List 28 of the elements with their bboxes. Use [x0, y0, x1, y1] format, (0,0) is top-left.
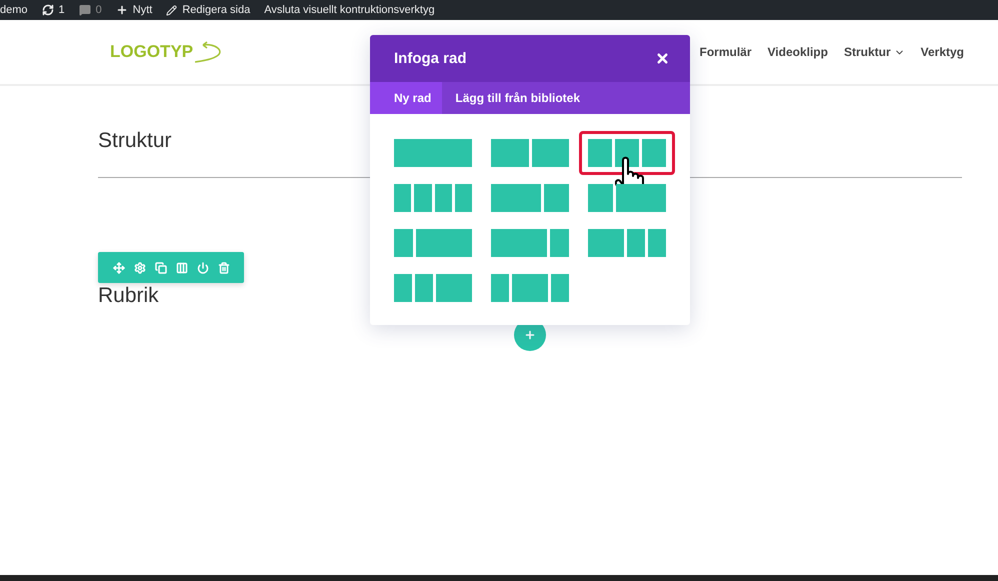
dialog-tab[interactable]: Lägg till från bibliotek [442, 82, 592, 114]
settings-icon[interactable] [134, 262, 146, 274]
dialog-title: Infoga rad [394, 50, 467, 67]
nav-link[interactable]: Verktyg [920, 45, 964, 59]
admin-bar-item[interactable]: Redigera sida [166, 4, 250, 16]
plus-icon [524, 329, 536, 341]
pencil-icon [166, 4, 178, 16]
section-heading: Struktur [98, 129, 173, 153]
admin-bar-item[interactable]: 1 [42, 4, 65, 16]
nav-link[interactable]: Videoklipp [768, 45, 828, 59]
swoosh-icon [195, 41, 224, 63]
nav-link[interactable]: Formulär [699, 45, 752, 59]
comment-icon [78, 4, 91, 16]
admin-bar-item[interactable]: demo [0, 4, 28, 16]
refresh-icon [42, 4, 54, 16]
trash-icon[interactable] [218, 262, 230, 274]
power-icon[interactable] [196, 262, 208, 274]
dialog-tab[interactable]: Ny rad [370, 82, 442, 114]
admin-bar-item[interactable]: 0 [78, 4, 102, 16]
module-heading: Rubrik [98, 284, 159, 308]
close-button[interactable] [655, 51, 670, 66]
nav-link[interactable]: Struktur [844, 45, 905, 59]
duplicate-icon[interactable] [154, 262, 166, 274]
plus-icon [116, 4, 128, 16]
columns-icon[interactable] [176, 262, 188, 274]
move-icon[interactable] [112, 262, 124, 274]
admin-bar-item[interactable]: Avsluta visuellt kontruktionsverktyg [264, 4, 435, 16]
admin-bar-item[interactable]: Nytt [116, 4, 152, 16]
